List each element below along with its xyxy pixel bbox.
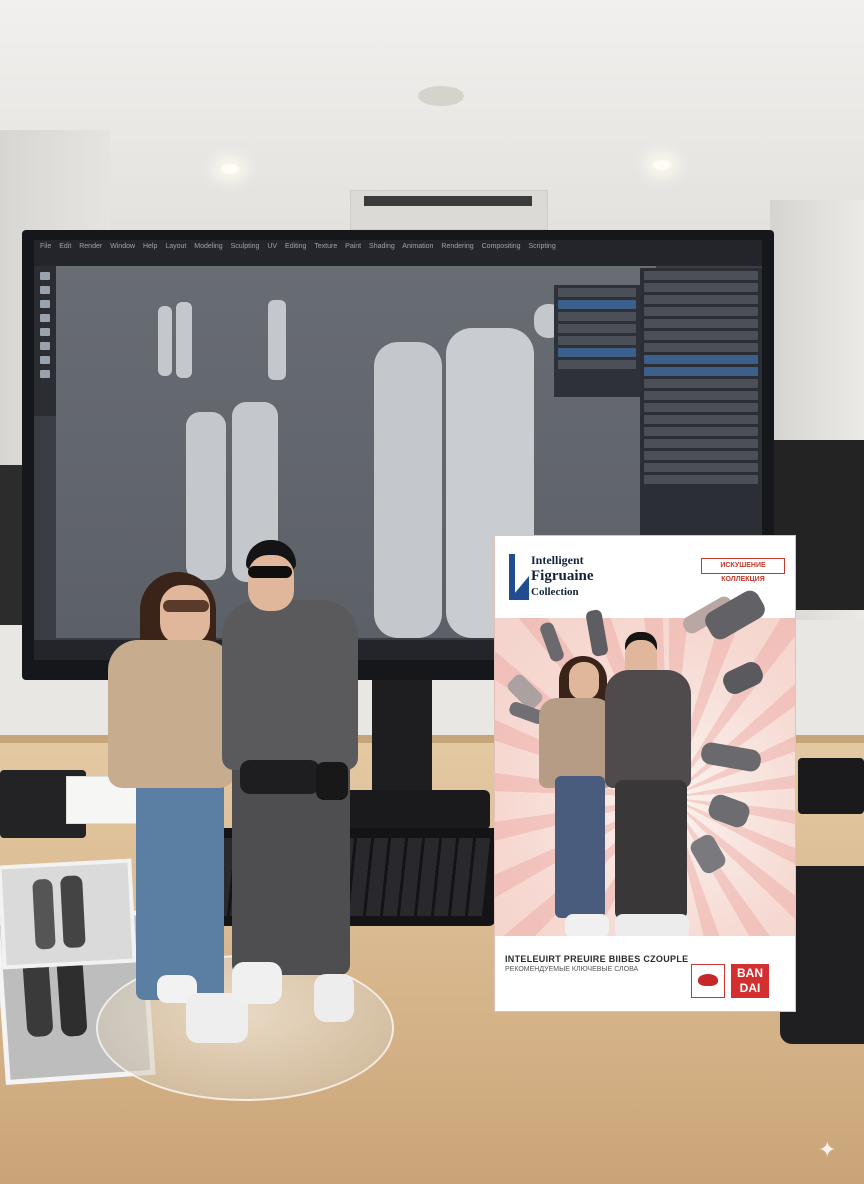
ceiling-light — [650, 158, 674, 172]
panel-row[interactable] — [558, 360, 636, 369]
sparkle-icon: ✦ — [818, 1137, 837, 1162]
box-logo-icon — [509, 554, 529, 600]
sculpt-figure — [158, 306, 172, 376]
outliner-row[interactable] — [644, 283, 758, 292]
sculpt-figure — [176, 302, 192, 378]
photo-figure — [60, 875, 86, 949]
panel-row[interactable] — [558, 312, 636, 321]
outliner-row[interactable] — [644, 319, 758, 328]
box-brand-line-3: Collection — [531, 586, 579, 598]
box-subtitle: INTELEUIRT PREUIRE BIIBES CZOUPLE — [505, 954, 689, 964]
outliner-panel — [640, 268, 762, 538]
box-brand-line-1: Intelligent — [531, 553, 584, 567]
box-woman-face — [569, 662, 599, 700]
outliner-row-selected[interactable] — [644, 355, 758, 364]
outliner-row-selected[interactable] — [644, 367, 758, 376]
tool-icon[interactable] — [40, 314, 50, 322]
box-man-pants — [615, 780, 687, 920]
figurine-man-glove — [316, 762, 348, 800]
box-man-hoodie — [605, 670, 691, 788]
outliner-row[interactable] — [644, 451, 758, 460]
ceiling-light — [218, 162, 242, 176]
box-brand-title: Intelligent Figruaine Collection — [531, 552, 594, 600]
outliner-row[interactable] — [644, 391, 758, 400]
box-maker-logo: BAN DAI — [731, 964, 769, 998]
tool-icon[interactable] — [40, 328, 50, 336]
outliner-row[interactable] — [644, 475, 758, 484]
outliner-row[interactable] — [644, 271, 758, 280]
monitor-stand — [372, 678, 432, 798]
outliner-row[interactable] — [644, 403, 758, 412]
sculpt-figure-woman-large — [374, 342, 442, 638]
figurine-woman-face — [160, 585, 210, 645]
figurine-woman-sunglasses — [163, 600, 209, 612]
outliner-row[interactable] — [644, 331, 758, 340]
box-emblem-icon — [691, 964, 725, 998]
menu-items: File Edit Render Window Help Layout Mode… — [40, 243, 556, 250]
tool-icon[interactable] — [40, 286, 50, 294]
properties-panel — [554, 285, 640, 397]
reference-photo — [0, 858, 137, 970]
outliner-row[interactable] — [644, 415, 758, 424]
software-menu-bar: File Edit Render Window Help Layout Mode… — [34, 240, 762, 266]
outliner-row[interactable] — [644, 295, 758, 304]
desk-speaker — [798, 758, 864, 814]
photo-figure — [32, 878, 56, 950]
outliner-row[interactable] — [644, 343, 758, 352]
box-woman-jeans — [555, 776, 605, 918]
figurine-woman-hoodie — [108, 640, 234, 788]
tool-icon[interactable] — [40, 370, 50, 378]
tool-sidebar — [34, 266, 56, 416]
figurine-woman-jeans — [136, 770, 224, 1000]
figurine-man-hoodie — [222, 600, 358, 770]
panel-row[interactable] — [558, 336, 636, 345]
box-subtitle-small: РЕКОМЕНДУЕМЫЕ КЛЮЧЕВЫЕ СЛОВА — [505, 966, 639, 973]
product-box: Intelligent Figruaine Collection ИСКУШЕН… — [494, 535, 796, 1012]
air-vent-slot — [364, 196, 532, 206]
tool-icon[interactable] — [40, 300, 50, 308]
ceiling-speaker — [418, 86, 464, 106]
box-brand-line-2: Figruaine — [531, 568, 594, 584]
sculpt-figure — [268, 300, 286, 380]
outliner-row[interactable] — [644, 307, 758, 316]
tool-icon[interactable] — [40, 342, 50, 350]
panel-row-selected[interactable] — [558, 300, 636, 309]
outliner-row[interactable] — [644, 379, 758, 388]
panel-row[interactable] — [558, 288, 636, 297]
figurine-man-sunglasses — [248, 566, 292, 578]
figurine-man-shoe — [232, 962, 282, 1004]
panel-row-selected[interactable] — [558, 348, 636, 357]
panel-row[interactable] — [558, 324, 636, 333]
box-badge: ИСКУШЕНИЕ КОЛЛЕКЦИЯ — [701, 558, 785, 583]
sculpt-figure-woman-small — [186, 412, 226, 580]
box-woman-shoes — [565, 914, 609, 938]
tool-icon[interactable] — [40, 356, 50, 364]
figurine-man-shoe — [314, 974, 354, 1022]
outliner-row[interactable] — [644, 463, 758, 472]
figurine-man-waist-bag — [240, 760, 320, 794]
outliner-row[interactable] — [644, 427, 758, 436]
outliner-row[interactable] — [644, 439, 758, 448]
figurine-man-face — [248, 555, 294, 611]
box-woman-hoodie — [539, 698, 613, 788]
tool-icon[interactable] — [40, 272, 50, 280]
